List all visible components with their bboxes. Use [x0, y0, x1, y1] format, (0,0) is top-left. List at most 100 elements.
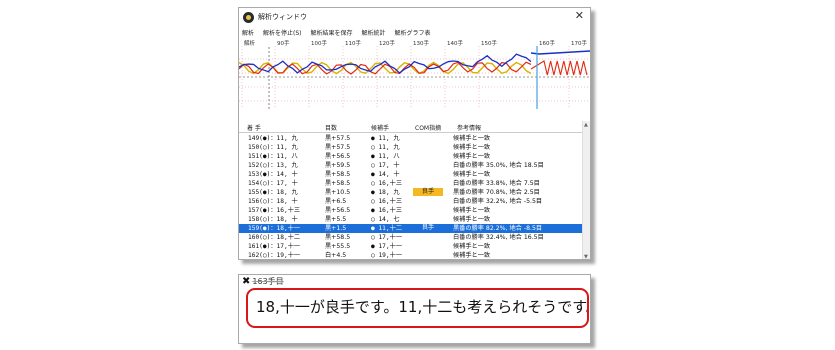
cell-com: [413, 170, 443, 178]
table-row[interactable]: 151(●)：11, 八 黒+56.5 ● 11, 八 候補手と一致: [239, 152, 590, 161]
cell-com: [413, 197, 443, 205]
cell-score: 白+4.5: [325, 252, 347, 259]
cell-candidate: ○ 11, 九: [371, 144, 400, 151]
cell-score: 黒+56.5: [325, 207, 351, 214]
table-row[interactable]: 158(○)：18, 十 黒+5.5 ○ 14, 七 候補手と一致: [239, 215, 590, 224]
cell-candidate: ● 11,十二: [371, 225, 403, 232]
scroll-up-icon[interactable]: ▲: [584, 122, 588, 128]
cell-move: 160(○)：18,十二: [248, 234, 301, 241]
cell-info: 候補手と一致: [453, 135, 491, 142]
analysis-window: 解析ウィンドウ ✕ 解析 解析を停止(S) 解析結果を保存 解析統計 解析グラフ…: [238, 7, 591, 260]
cell-candidate: ○ 19,十一: [371, 252, 403, 259]
table-row[interactable]: 160(○)：18,十二 黒+58.5 ○ 17,十一 白番の勝率 32.4%, 地合…: [239, 233, 590, 242]
cell-candidate: ○ 17, 十: [371, 162, 400, 169]
cell-move: 161(●)：17,十一: [248, 243, 301, 250]
vertical-scrollbar[interactable]: ▲ ▼: [582, 121, 590, 259]
cell-info: 候補手と一致: [453, 207, 491, 214]
cell-com: [413, 161, 443, 169]
close-icon[interactable]: ✕: [575, 10, 584, 22]
cell-info: 候補手と一致: [453, 171, 491, 178]
hint-panel: ✖ 163手目 18,十一が良手です。11,十二も考えられそうです。: [238, 274, 591, 344]
close-hint-icon[interactable]: ✖: [242, 276, 250, 287]
cell-score: 黒+57.5: [325, 144, 351, 151]
cell-info: 候補手と一致: [453, 252, 491, 259]
cell-score: 黒+59.5: [325, 162, 351, 169]
cell-com: [413, 143, 443, 151]
header-move[interactable]: 着 手: [247, 123, 261, 132]
table-row[interactable]: 149(●)：11, 九 黒+57.5 ● 11, 九 候補手と一致: [239, 134, 590, 143]
cell-score: 黒+1.5: [325, 225, 347, 232]
cell-score: 黒+6.5: [325, 198, 347, 205]
cell-move: 153(●)：14, 十: [248, 171, 298, 178]
cell-move: 156(○)：18, 十: [248, 198, 298, 205]
tick-label: 140手: [447, 39, 463, 47]
menu-item-graph-table[interactable]: 解析グラフ表: [395, 28, 431, 37]
hint-message: 18,十一が良手です。11,十二も考えられそうです。: [246, 288, 589, 328]
menu-item-analyze[interactable]: 解析: [242, 28, 254, 37]
hint-title: 163手目: [252, 277, 284, 286]
table-row[interactable]: 157(●)：16,十三 黒+56.5 ● 16,十三 候補手と一致: [239, 206, 590, 215]
table-row[interactable]: 155(●)：18, 九 黒+10.5 ● 18, 九 良手 黒番の勝率 70.8%, …: [239, 188, 590, 197]
cell-move: 149(●)：11, 九: [248, 135, 298, 142]
tick-label: 100手: [311, 39, 327, 47]
tick-label: 150手: [481, 39, 497, 47]
menu-item-stop-analysis[interactable]: 解析を停止(S): [263, 28, 302, 37]
table-row[interactable]: 162(○)：19,十一 白+4.5 ○ 19,十一 候補手と一致: [239, 251, 590, 259]
cell-com: [413, 152, 443, 160]
move-list: 149(●)：11, 九黒+57.5 ● 11, 九候補手と一致 150(○)：11…: [239, 134, 590, 259]
hint-header: ✖ 163手目: [239, 275, 590, 288]
table-row[interactable]: 161(●)：17,十一 黒+55.5 ● 17,十一 候補手と一致: [239, 242, 590, 251]
table-row[interactable]: 156(○)：18, 十 黒+6.5 ○ 16,十三 白番の勝率 32.2%, 地合 …: [239, 197, 590, 206]
cell-score: 黒+10.5: [325, 189, 351, 196]
table-row[interactable]: 152(○)：13, 九 黒+59.5 ○ 17, 十 白番の勝率 35.0%, 地合…: [239, 161, 590, 170]
cell-score: 黒+57.5: [325, 135, 351, 142]
cell-move: 151(●)：11, 八: [248, 153, 298, 160]
table-row[interactable]: 154(○)：17, 十 黒+58.5 ○ 16,十三 白番の勝率 33.8%, 地合…: [239, 179, 590, 188]
score-graph[interactable]: 解析 90手 100手 110手 120手 130手 140手 150手 160手 170手: [239, 39, 590, 113]
cell-info: 候補手と一致: [453, 144, 491, 151]
cell-score: 黒+58.5: [325, 180, 351, 187]
cell-com: [413, 134, 443, 142]
cell-com: [413, 233, 443, 241]
cell-score: 黒+58.5: [325, 234, 351, 241]
header-score[interactable]: 目数: [325, 123, 337, 132]
cell-candidate: ○ 17,十一: [371, 234, 403, 241]
cell-info: 白番の勝率 33.8%, 地合 7.5目: [453, 180, 540, 187]
cell-candidate: ● 16,十三: [371, 207, 403, 214]
table-row[interactable]: 159(●)：18,十一 黒+1.5 ● 11,十二 良手 黒番の勝率 82.2%, 地…: [239, 224, 590, 233]
scroll-down-icon[interactable]: ▼: [584, 254, 588, 259]
table-row[interactable]: 150(○)：11, 九 黒+57.5 ○ 11, 九 候補手と一致: [239, 143, 590, 152]
cell-candidate: ○ 14, 七: [371, 216, 400, 223]
menu-bar: 解析 解析を停止(S) 解析結果を保存 解析統計 解析グラフ表: [239, 26, 590, 38]
cell-candidate: ● 14, 十: [371, 171, 400, 178]
cell-move: 158(○)：18, 十: [248, 216, 298, 223]
cell-com: [413, 242, 443, 250]
cell-score: 黒+5.5: [325, 216, 347, 223]
cell-com: [413, 206, 443, 214]
cell-info: 候補手と一致: [453, 243, 491, 250]
cell-com: [413, 179, 443, 187]
title-bar: 解析ウィンドウ ✕: [239, 8, 590, 26]
tick-label: 170手: [571, 39, 587, 47]
table-row[interactable]: 153(●)：14, 十 黒+58.5 ● 14, 十 候補手と一致: [239, 170, 590, 179]
menu-item-save-results[interactable]: 解析結果を保存: [311, 28, 353, 37]
window-title: 解析ウィンドウ: [258, 13, 307, 21]
cell-candidate: ● 11, 八: [371, 153, 400, 160]
header-info[interactable]: 参考情報: [457, 123, 481, 132]
cell-info: 黒番の勝率 82.2%, 地合 -8.5目: [453, 225, 543, 232]
cell-score: 黒+58.5: [325, 171, 351, 178]
tick-label: 解析: [244, 39, 256, 47]
header-com[interactable]: COM指摘: [415, 123, 441, 132]
cell-move: 154(○)：17, 十: [248, 180, 298, 187]
cell-candidate: ● 11, 九: [371, 135, 400, 142]
cell-com: 良手: [413, 188, 443, 196]
cell-move: 152(○)：13, 九: [248, 162, 298, 169]
cell-com: [413, 215, 443, 223]
cell-score: 黒+55.5: [325, 243, 351, 250]
header-candidate[interactable]: 候補手: [371, 123, 389, 132]
cell-info: 白番の勝率 32.2%, 地合 -5.5目: [453, 198, 543, 205]
cell-info: 候補手と一致: [453, 153, 491, 160]
cell-move: 155(●)：18, 九: [248, 189, 298, 196]
cell-com: [413, 251, 443, 259]
menu-item-statistics[interactable]: 解析統計: [362, 28, 386, 37]
